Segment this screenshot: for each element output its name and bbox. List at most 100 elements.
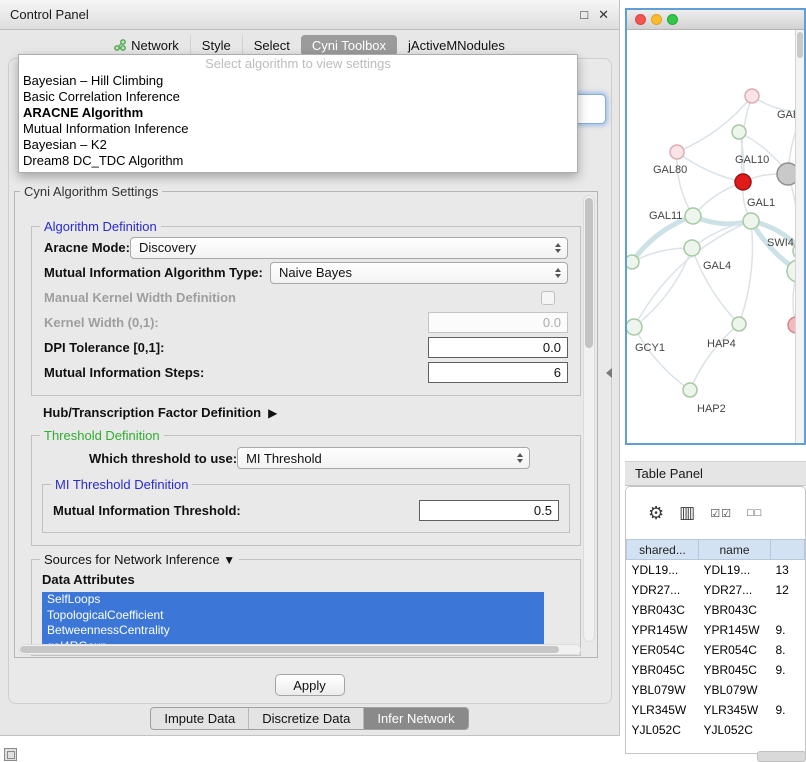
table-row[interactable]: YJL052CYJL052C	[627, 720, 805, 740]
bottom-tabs: Impute Data Discretize Data Infer Networ…	[0, 707, 619, 730]
data-attribute-item[interactable]: TopologicalCoefficient	[42, 608, 544, 624]
zoom-window-icon[interactable]	[667, 14, 678, 25]
network-edge	[690, 324, 739, 390]
tab-jactivemnodules[interactable]: jActiveMNodules	[397, 35, 516, 56]
network-node[interactable]	[743, 213, 759, 229]
mi-algorithm-type-select[interactable]: Naive Bayes	[270, 262, 568, 284]
network-node[interactable]	[683, 383, 697, 397]
algorithm-option[interactable]: Bayesian – Hill Climbing	[19, 73, 577, 89]
settings-vertical-scrollbar[interactable]	[583, 195, 595, 642]
tab-label: Network	[131, 38, 179, 53]
network-node[interactable]	[745, 89, 759, 103]
dpi-tolerance-input[interactable]	[428, 337, 568, 358]
control-panel-titlebar: Control Panel □ ✕	[0, 0, 619, 30]
data-attribute-item[interactable]: SelfLoops	[42, 592, 544, 608]
manual-kernel-width-label: Manual Kernel Width Definition	[44, 290, 236, 305]
algorithm-option[interactable]: Bayesian – K2	[19, 137, 577, 153]
scrollbar-thumb[interactable]	[20, 646, 559, 653]
mi-steps-row: Mutual Information Steps:	[32, 360, 580, 385]
tab-infer-network[interactable]: Infer Network	[363, 708, 467, 729]
aracne-mode-select[interactable]: Discovery	[130, 237, 568, 259]
table-row[interactable]: YPR145WYPR145W9.	[627, 620, 805, 640]
network-node[interactable]	[732, 125, 746, 139]
network-node[interactable]	[735, 174, 751, 190]
table-row[interactable]: YDR27...YDR27...12	[627, 580, 805, 600]
column-header-shared-name[interactable]: shared...	[627, 540, 699, 560]
manual-kernel-row: Manual Kernel Width Definition	[32, 285, 580, 310]
sources-group-title[interactable]: Sources for Network Inference ▼	[40, 552, 239, 567]
control-panel-title: Control Panel	[10, 7, 89, 22]
bottom-right-scrollbar[interactable]	[757, 751, 806, 762]
manual-kernel-width-checkbox[interactable]	[541, 291, 555, 305]
data-attributes-list[interactable]: SelfLoopsTopologicalCoefficientBetweenne…	[42, 592, 544, 652]
mi-threshold-group-title: MI Threshold Definition	[51, 477, 192, 492]
tab-style[interactable]: Style	[190, 35, 242, 56]
tab-label: jActiveMNodules	[408, 38, 505, 53]
network-node-label: GAL80	[653, 164, 687, 176]
network-canvas[interactable]: GALGAL80GAL10GAL11GAL1SWI4GAL4GCY1HAP4HA…	[627, 30, 804, 443]
gear-icon[interactable]: ⚙	[648, 503, 664, 524]
panel-resize-handle[interactable]	[606, 368, 612, 378]
mi-steps-label: Mutual Information Steps:	[44, 365, 204, 380]
tab-network[interactable]: Network	[103, 35, 190, 56]
network-node[interactable]	[670, 145, 684, 159]
mi-algorithm-type-value: Naive Bayes	[279, 265, 352, 280]
algorithm-option[interactable]: ARACNE Algorithm	[19, 105, 577, 121]
scrollbar-thumb[interactable]	[585, 198, 593, 348]
network-node[interactable]	[627, 255, 639, 269]
table-row[interactable]: YDL19...YDL19...13	[627, 560, 805, 580]
table-row[interactable]: YBL079WYBL079W	[627, 680, 805, 700]
tab-impute-data[interactable]: Impute Data	[151, 708, 248, 729]
select-all-icon[interactable]: ☑☑	[710, 507, 732, 520]
network-node[interactable]	[732, 317, 746, 331]
network-node[interactable]	[627, 319, 642, 335]
tab-select[interactable]: Select	[242, 35, 301, 56]
close-panel-icon[interactable]: ✕	[598, 7, 609, 23]
which-threshold-select[interactable]: MI Threshold	[237, 447, 530, 469]
tab-discretize-data[interactable]: Discretize Data	[248, 708, 363, 729]
table-row[interactable]: YLR345WYLR345W9.	[627, 700, 805, 720]
kernel-width-row: Kernel Width (0,1):	[32, 310, 580, 335]
docked-panel-icon[interactable]	[4, 748, 17, 761]
table-panel: ⚙ ▥ ☑☑ □□ shared... name YDL19...YDL19..…	[625, 486, 806, 754]
algorithm-option[interactable]: Dream8 DC_TDC Algorithm	[19, 153, 577, 169]
minimize-window-icon[interactable]	[651, 14, 662, 25]
table-row[interactable]: YBR043CYBR043C	[627, 600, 805, 620]
deselect-all-icon[interactable]: □□	[747, 507, 762, 519]
algorithm-option[interactable]: Basic Correlation Inference	[19, 89, 577, 105]
close-window-icon[interactable]	[635, 14, 646, 25]
sources-group: Sources for Network Inference ▼ Data Att…	[31, 559, 581, 656]
table-row[interactable]: YER054CYER054C8.	[627, 640, 805, 660]
hub-definition-toggle[interactable]: Hub/Transcription Factor Definition ▶	[43, 405, 597, 420]
data-attributes-label: Data Attributes	[32, 568, 580, 587]
aracne-mode-row: Aracne Mode: Discovery	[32, 235, 580, 260]
network-vertical-scrollbar[interactable]	[795, 30, 804, 443]
mi-steps-input[interactable]	[428, 362, 568, 383]
kernel-width-label: Kernel Width (0,1):	[44, 315, 159, 330]
network-window-titlebar[interactable]	[627, 10, 804, 30]
columns-icon[interactable]: ▥	[679, 503, 695, 523]
kernel-width-input[interactable]	[428, 312, 568, 333]
aracne-mode-label: Aracne Mode:	[44, 240, 130, 255]
tab-cyni-toolbox[interactable]: Cyni Toolbox	[301, 35, 397, 56]
column-header-name[interactable]: name	[699, 540, 771, 560]
float-panel-icon[interactable]: □	[580, 7, 588, 22]
network-node-label: SWI4	[767, 237, 794, 249]
network-edge	[677, 96, 752, 152]
network-edge	[632, 216, 693, 262]
column-header-extra[interactable]	[771, 540, 805, 560]
settings-horizontal-scrollbar[interactable]	[18, 644, 581, 655]
table-row[interactable]: YBR045CYBR045C9.	[627, 660, 805, 680]
which-threshold-label: Which threshold to use:	[89, 451, 237, 466]
data-attribute-item[interactable]: BetweennessCentrality	[42, 623, 544, 639]
scrollbar-thumb[interactable]	[797, 32, 803, 58]
network-node[interactable]	[684, 240, 700, 256]
apply-button[interactable]: Apply	[275, 674, 345, 696]
control-panel: Control Panel □ ✕ Network Style Select C…	[0, 0, 620, 736]
algorithm-option[interactable]: Mutual Information Inference	[19, 121, 577, 137]
network-node[interactable]	[685, 208, 701, 224]
table-body: YDL19...YDL19...13YDR27...YDR27...12YBR0…	[627, 560, 805, 740]
algorithm-dropdown-popup: Select algorithm to view settings Bayesi…	[18, 54, 578, 173]
tab-label: Cyni Toolbox	[312, 38, 386, 53]
mi-threshold-input[interactable]	[419, 500, 559, 521]
